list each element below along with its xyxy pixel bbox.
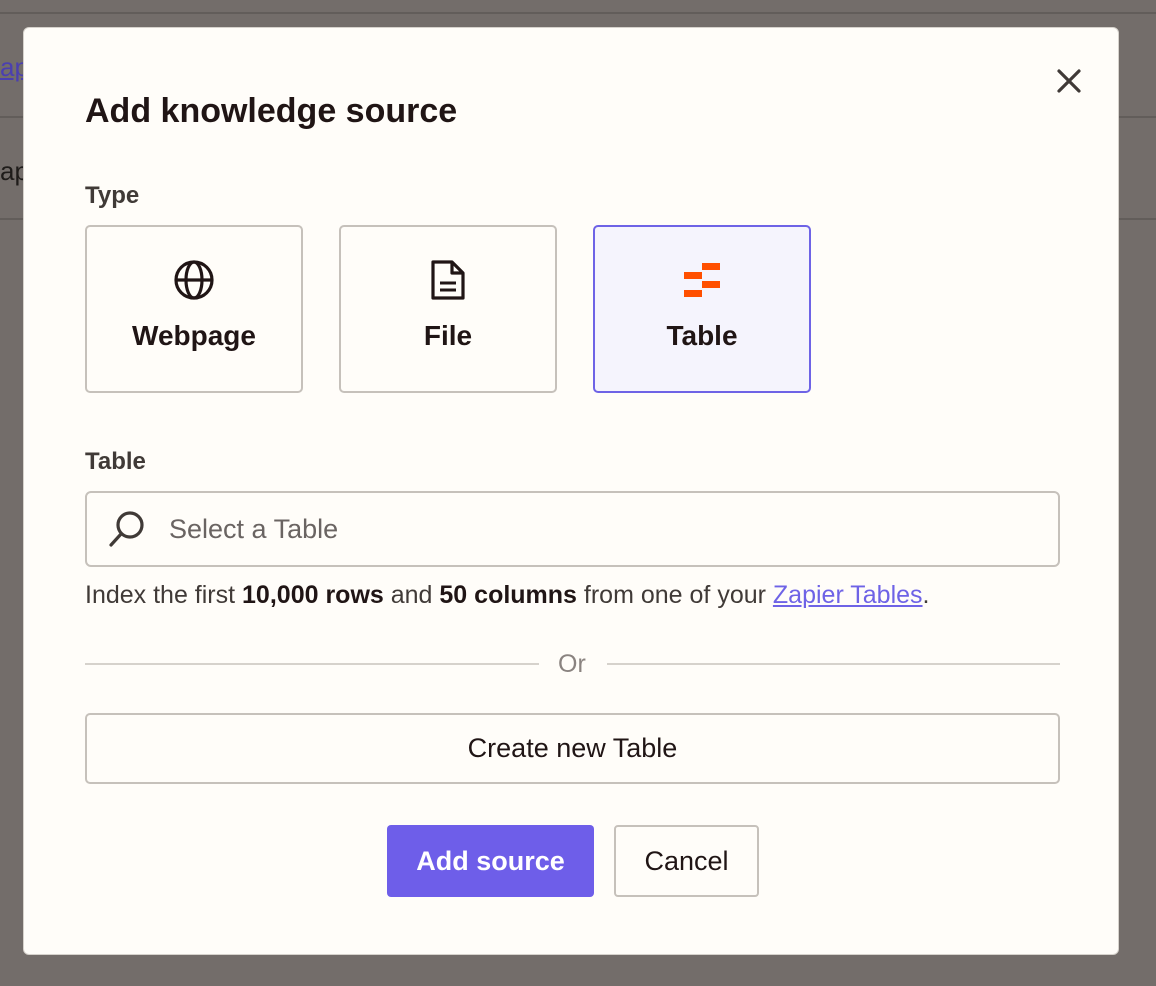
globe-icon [173, 260, 215, 300]
table-label: Table [85, 448, 146, 475]
add-knowledge-source-dialog: Add knowledge source Type Webpage File T… [23, 27, 1119, 955]
dialog-title: Add knowledge source [85, 92, 458, 130]
hint-rows: 10,000 rows [242, 581, 384, 609]
type-option-file[interactable]: File [339, 225, 557, 393]
or-divider-text: Or [558, 650, 586, 678]
hint-text: . [922, 581, 930, 609]
zapier-tables-link[interactable]: Zapier Tables [773, 581, 923, 609]
divider-right [607, 663, 1060, 665]
zapier-tables-icon [683, 260, 721, 300]
close-button[interactable] [1054, 66, 1084, 96]
close-icon [1057, 69, 1081, 93]
type-label: Type [85, 182, 140, 209]
type-option-label: File [423, 320, 473, 351]
type-option-label: Table [666, 320, 738, 351]
table-select[interactable] [85, 491, 1060, 567]
cancel-button[interactable]: Cancel [614, 825, 759, 897]
create-new-table-button[interactable]: Create new Table [85, 713, 1060, 784]
hint-text: Index the first [85, 581, 243, 609]
document-icon [430, 260, 466, 300]
search-icon [107, 509, 151, 549]
background-divider [0, 12, 1156, 14]
table-search-input[interactable] [167, 512, 991, 546]
hint-text: from one of your [576, 581, 773, 609]
type-option-table[interactable]: Table [593, 225, 811, 393]
divider-left [85, 663, 539, 665]
add-source-button[interactable]: Add source [387, 825, 594, 897]
type-option-label: Webpage [132, 320, 256, 351]
table-hint: Index the first 10,000 rows and 50 colum… [85, 581, 929, 610]
type-option-webpage[interactable]: Webpage [85, 225, 303, 393]
hint-columns: 50 columns [439, 581, 577, 609]
hint-text: and [383, 581, 440, 609]
